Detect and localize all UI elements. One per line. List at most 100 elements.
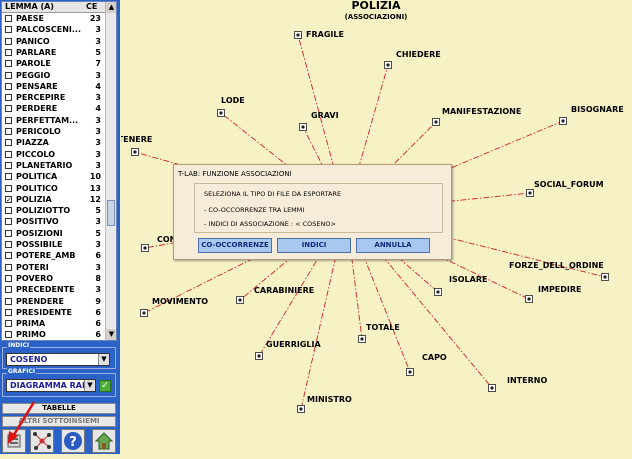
node-label: GUERRIGLIA [266, 340, 321, 349]
node-dot [299, 407, 302, 410]
scroll-down-icon[interactable]: ▼ [106, 329, 117, 340]
list-item[interactable]: PEGGIO3 [2, 70, 105, 81]
list-item[interactable]: PICCOLO3 [2, 149, 105, 160]
row-checkbox[interactable] [5, 331, 12, 338]
row-checkbox[interactable] [5, 252, 12, 259]
list-item[interactable]: POTERE_AMB6 [2, 250, 105, 261]
lemma-count: 23 [90, 13, 101, 24]
list-item[interactable]: PANICO3 [2, 36, 105, 47]
indici-value: COSENO [10, 355, 47, 364]
list-item[interactable]: PALCOSCENI...3 [2, 24, 105, 35]
row-checkbox[interactable] [5, 162, 12, 169]
row-checkbox[interactable] [5, 72, 12, 79]
row-checkbox[interactable] [5, 49, 12, 56]
scroll-up-icon[interactable]: ▲ [106, 2, 117, 13]
list-item[interactable]: POSITIVO3 [2, 216, 105, 227]
row-checkbox[interactable] [5, 320, 12, 327]
list-item[interactable]: PRECEDENTE3 [2, 284, 105, 295]
list-item[interactable]: PRENDERE9 [2, 296, 105, 307]
list-item[interactable]: POSIZIONI5 [2, 228, 105, 239]
row-checkbox[interactable] [5, 275, 12, 282]
list-item[interactable]: PARLARE5 [2, 47, 105, 58]
lemma-list[interactable]: LEMMA (A) CE PAESE23PALCOSCENI...3PANICO… [1, 1, 117, 341]
node-label: MINISTRO [307, 395, 352, 404]
row-checkbox[interactable] [5, 139, 12, 146]
node-dot [360, 337, 363, 340]
help-icon[interactable]: ? [61, 429, 85, 453]
row-checkbox[interactable] [5, 241, 12, 248]
list-item[interactable]: POLIZIOTTO5 [2, 205, 105, 216]
indici-select[interactable]: COSENO ▼ [6, 353, 110, 366]
list-item[interactable]: PAROLE7 [2, 58, 105, 69]
list-item[interactable]: PERCEPIRE3 [2, 92, 105, 103]
confirm-check-icon[interactable]: ✓ [99, 380, 111, 392]
list-item[interactable]: PIAZZA3 [2, 137, 105, 148]
list-item[interactable]: PERFETTAM...3 [2, 115, 105, 126]
node-label: CHIEDERE [396, 50, 441, 59]
row-checkbox[interactable] [5, 264, 12, 271]
list-item[interactable]: ✓POLIZIA12 [2, 194, 105, 205]
list-item[interactable]: PLANETARIO3 [2, 160, 105, 171]
list-item[interactable]: POSSIBILE3 [2, 239, 105, 250]
lemma-label: POSIZIONI [16, 228, 63, 239]
node-dot [408, 370, 411, 373]
row-checkbox[interactable] [5, 26, 12, 33]
row-checkbox[interactable] [5, 286, 12, 293]
indici-button[interactable]: INDICI [277, 238, 351, 253]
row-checkbox[interactable] [5, 105, 12, 112]
row-checkbox[interactable] [5, 128, 12, 135]
list-scrollbar[interactable]: ▲ ▼ [105, 2, 117, 340]
co-occorrenze-button[interactable]: CO-OCCORRENZE [198, 238, 272, 253]
row-checkbox[interactable] [5, 151, 12, 158]
column-header-lemma[interactable]: LEMMA (A) [5, 2, 54, 12]
lemma-count: 4 [95, 103, 101, 114]
row-checkbox[interactable] [5, 60, 12, 67]
row-checkbox[interactable] [5, 15, 12, 22]
node-label: FORZE_DELL_ORDINE [509, 261, 604, 270]
chevron-down-icon[interactable]: ▼ [84, 380, 95, 391]
row-checkbox[interactable] [5, 83, 12, 90]
list-item[interactable]: POLITICO13 [2, 183, 105, 194]
lemma-count: 3 [95, 92, 101, 103]
list-item[interactable]: PAESE23 [2, 13, 105, 24]
row-checkbox[interactable] [5, 298, 12, 305]
list-item[interactable]: POLITICA10 [2, 171, 105, 182]
annulla-button[interactable]: ANNULLA [356, 238, 430, 253]
grafici-select[interactable]: DIAGRAMMA RADI ▼ [6, 379, 96, 392]
row-checkbox[interactable] [5, 38, 12, 45]
list-item[interactable]: PERICOLO3 [2, 126, 105, 137]
lemma-count: 5 [95, 205, 101, 216]
node-dot [561, 119, 564, 122]
row-checkbox[interactable] [5, 185, 12, 192]
column-header-ce[interactable]: CE [86, 2, 97, 12]
list-item[interactable]: PRESIDENTE6 [2, 307, 105, 318]
lemma-count: 3 [95, 115, 101, 126]
row-checkbox[interactable] [5, 117, 12, 124]
chart-subtitle: (ASSOCIAZIONI) [345, 13, 408, 21]
row-checkbox[interactable] [5, 230, 12, 237]
lemma-count: 12 [90, 194, 101, 205]
row-checkbox[interactable] [5, 94, 12, 101]
list-item[interactable]: POTERI3 [2, 262, 105, 273]
lemma-label: POSITIVO [16, 216, 59, 227]
row-checkbox[interactable] [5, 207, 12, 214]
scroll-thumb[interactable] [107, 200, 115, 226]
home-icon[interactable] [92, 429, 116, 453]
list-item[interactable]: PRIMO6 [2, 329, 105, 340]
list-item[interactable]: PERDERE4 [2, 103, 105, 114]
node-dot [386, 63, 389, 66]
list-item[interactable]: POVERO8 [2, 273, 105, 284]
node-dot [296, 33, 299, 36]
row-checkbox[interactable] [5, 218, 12, 225]
lemma-count: 6 [95, 329, 101, 340]
row-checkbox[interactable]: ✓ [5, 196, 12, 203]
node-dot [527, 297, 530, 300]
list-item[interactable]: PENSARE4 [2, 81, 105, 92]
list-item[interactable]: PRIMA6 [2, 318, 105, 329]
lemma-label: POVERO [16, 273, 53, 284]
left-panel: LEMMA (A) CE PAESE23PALCOSCENI...3PANICO… [0, 0, 120, 454]
row-checkbox[interactable] [5, 173, 12, 180]
row-checkbox[interactable] [5, 309, 12, 316]
node-dot [434, 120, 437, 123]
chevron-down-icon[interactable]: ▼ [98, 354, 109, 365]
